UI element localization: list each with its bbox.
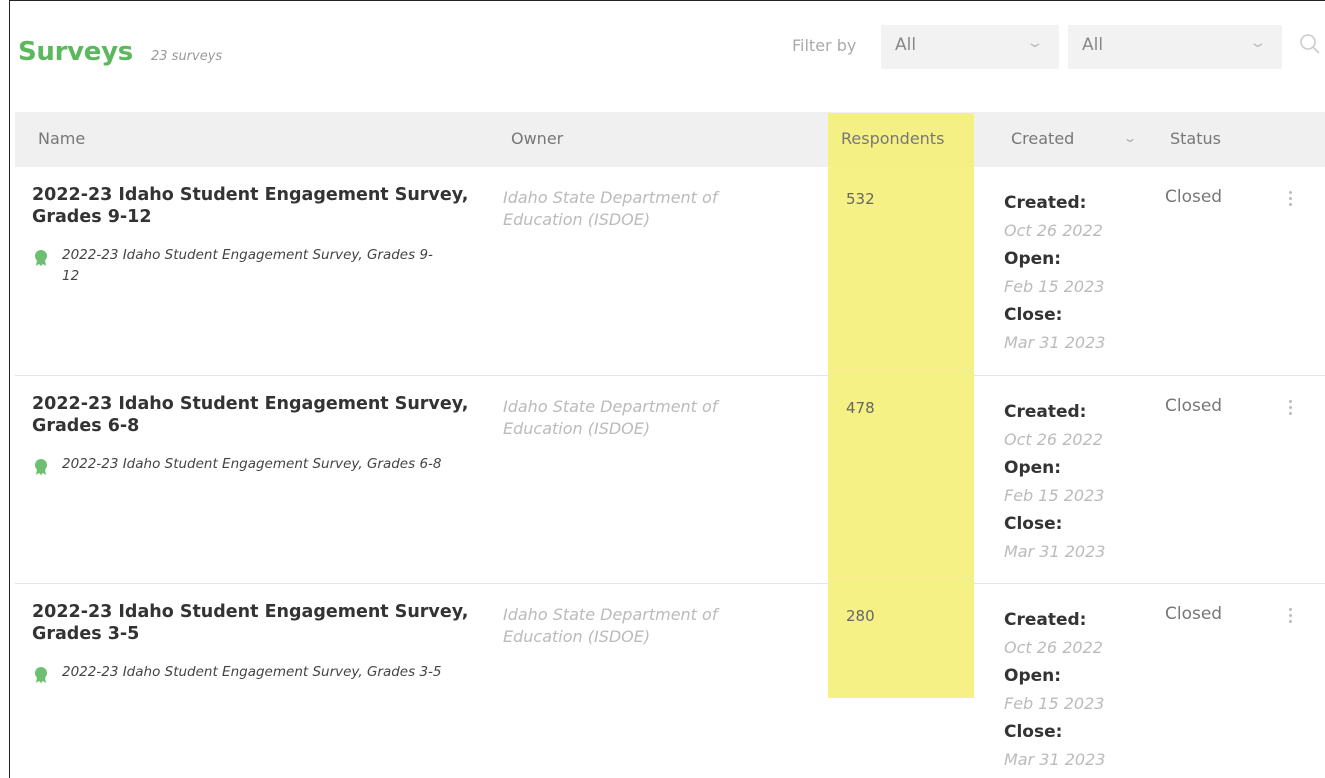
chevron-down-icon: ⌄ [1248, 35, 1268, 51]
survey-name[interactable]: 2022-23 Idaho Student Engagement Survey,… [32, 601, 482, 645]
created-label: Created: [1004, 610, 1087, 630]
survey-dates: Created: Oct 26 2022 Open: Feb 15 2023 C… [1004, 189, 1154, 357]
survey-template-name: 2022-23 Idaho Student Engagement Survey,… [62, 664, 442, 680]
close-date: Mar 31 2023 [1004, 542, 1106, 561]
open-date: Feb 15 2023 [1004, 694, 1105, 713]
respondents-count: 478 [846, 399, 875, 417]
table-row[interactable]: 2022-23 Idaho Student Engagement Survey,… [15, 584, 1325, 778]
created-date: Oct 26 2022 [1004, 638, 1103, 657]
table-row[interactable]: 2022-23 Idaho Student Engagement Survey,… [15, 376, 1325, 584]
surveys-page: Surveys 23 surveys Filter by All ⌄ All ⌄… [9, 0, 1325, 778]
survey-count: 23 surveys [151, 49, 223, 64]
survey-template-name: 2022-23 Idaho Student Engagement Survey,… [62, 456, 442, 472]
survey-owner: Idaho State Department of Education (ISD… [503, 397, 718, 438]
survey-name[interactable]: 2022-23 Idaho Student Engagement Survey,… [32, 184, 482, 228]
table-header: Name Owner Created ⌄ Status [15, 112, 1325, 167]
close-label: Close: [1004, 305, 1063, 325]
created-label: Created: [1004, 402, 1087, 422]
filter-label: Filter by [792, 36, 857, 55]
close-date: Mar 31 2023 [1004, 333, 1106, 352]
status-text: Closed [1165, 604, 1223, 624]
survey-template-name: 2022-23 Idaho Student Engagement Survey,… [62, 247, 433, 284]
close-date: Mar 31 2023 [1004, 750, 1106, 769]
open-label: Open: [1004, 458, 1062, 478]
survey-dates: Created: Oct 26 2022 Open: Feb 15 2023 C… [1004, 606, 1154, 774]
created-label: Created: [1004, 193, 1087, 213]
respondents-count: 532 [846, 190, 875, 208]
column-header-created[interactable]: Created [1011, 129, 1074, 148]
column-header-owner[interactable]: Owner [511, 129, 563, 148]
more-options-icon[interactable] [1283, 606, 1297, 630]
ribbon-badge-icon [35, 667, 47, 683]
open-date: Feb 15 2023 [1004, 486, 1105, 505]
chevron-down-icon: ⌄ [1025, 35, 1045, 51]
filter-select-2[interactable]: All ⌄ [1068, 25, 1282, 69]
created-date: Oct 26 2022 [1004, 221, 1103, 240]
open-label: Open: [1004, 249, 1062, 269]
close-label: Close: [1004, 514, 1063, 534]
ribbon-badge-icon [35, 459, 47, 475]
filter-select-1-value: All [895, 35, 917, 55]
more-options-icon[interactable] [1283, 189, 1297, 213]
survey-name[interactable]: 2022-23 Idaho Student Engagement Survey,… [32, 393, 482, 437]
respondents-count: 280 [846, 607, 875, 625]
created-date: Oct 26 2022 [1004, 430, 1103, 449]
table-row[interactable]: 2022-23 Idaho Student Engagement Survey,… [15, 167, 1325, 376]
search-icon[interactable] [1299, 33, 1321, 55]
sort-chevron-icon[interactable]: ⌄ [1122, 131, 1137, 145]
filter-select-1[interactable]: All ⌄ [881, 25, 1059, 69]
page-title: Surveys [18, 37, 133, 67]
open-date: Feb 15 2023 [1004, 277, 1105, 296]
survey-owner: Idaho State Department of Education (ISD… [503, 605, 718, 646]
filter-select-2-value: All [1082, 35, 1104, 55]
status-text: Closed [1165, 396, 1223, 416]
column-header-status[interactable]: Status [1170, 129, 1221, 148]
more-options-icon[interactable] [1283, 398, 1297, 422]
survey-dates: Created: Oct 26 2022 Open: Feb 15 2023 C… [1004, 398, 1154, 566]
survey-owner: Idaho State Department of Education (ISD… [503, 188, 718, 229]
close-label: Close: [1004, 722, 1063, 742]
column-header-name[interactable]: Name [38, 129, 85, 148]
ribbon-badge-icon [35, 250, 47, 266]
status-text: Closed [1165, 187, 1223, 207]
column-header-respondents[interactable]: Respondents [841, 129, 944, 148]
open-label: Open: [1004, 666, 1062, 686]
